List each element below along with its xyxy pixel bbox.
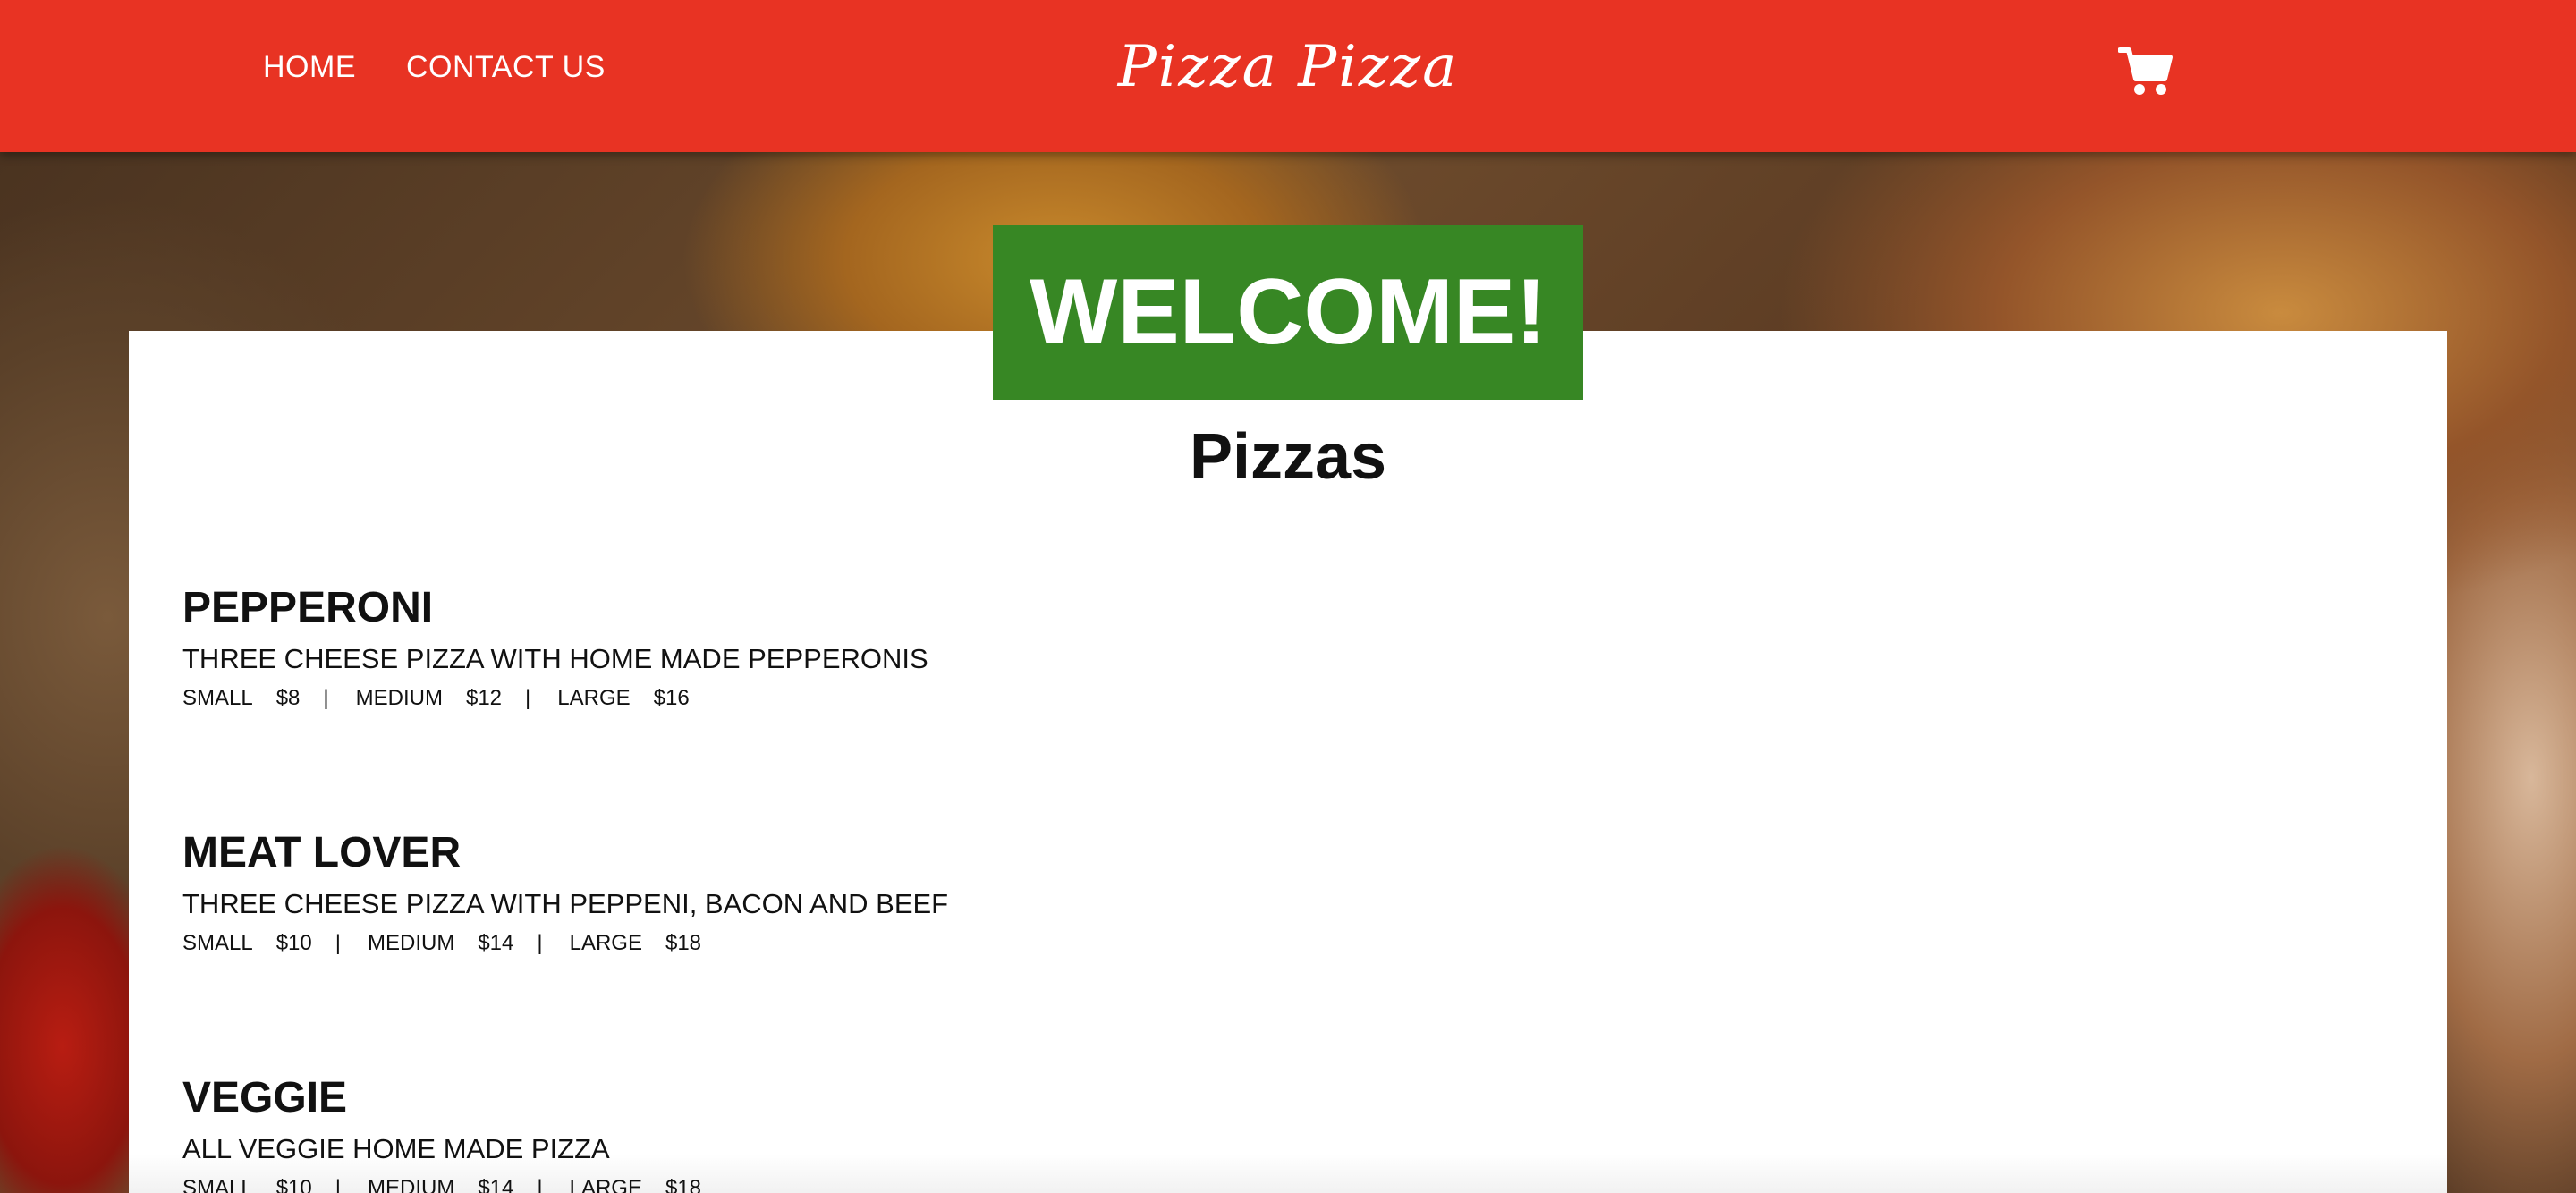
page: HOME CONTACT US Pizza Pizza WELCOME! Piz… <box>0 0 2576 1193</box>
nav-contact-us-link[interactable]: CONTACT US <box>406 50 606 85</box>
nav-home-link[interactable]: HOME <box>263 50 356 85</box>
price-separator: | <box>323 686 329 710</box>
size-label: MEDIUM <box>367 1176 455 1193</box>
site-header: HOME CONTACT US Pizza Pizza <box>0 0 2576 152</box>
menu-item-prices: SMALL $10 | MEDIUM $14 | LARGE $18 <box>182 930 948 957</box>
size-price: $14 <box>478 931 514 955</box>
pizzas-heading: Pizzas <box>1189 421 1387 493</box>
menu-item-name: MEAT LOVER <box>182 829 462 876</box>
price-separator: | <box>537 1176 543 1193</box>
menu-item: VEGGIE ALL VEGGIE HOME MADE PIZZA SMALL $… <box>182 1073 724 1193</box>
shopping-cart-icon[interactable] <box>2117 45 2174 97</box>
size-price: $10 <box>275 931 312 955</box>
menu-item-prices: SMALL $10 | MEDIUM $14 | LARGE $18 <box>182 1175 724 1193</box>
size-label: LARGE <box>569 931 642 955</box>
menu-item-prices: SMALL $8 | MEDIUM $12 | LARGE $16 <box>182 685 928 712</box>
menu-item-description: THREE CHEESE PIZZA WITH HOME MADE PEPPER… <box>182 643 928 674</box>
menu-item-description: ALL VEGGIE HOME MADE PIZZA <box>182 1133 610 1164</box>
size-price: $18 <box>665 931 702 955</box>
size-label: LARGE <box>557 686 631 710</box>
size-label: MEDIUM <box>355 686 443 710</box>
main-nav: HOME CONTACT US <box>263 50 606 85</box>
size-label: SMALL <box>182 686 253 710</box>
size-label: LARGE <box>569 1176 642 1193</box>
menu-item-name: PEPPERONI <box>182 584 434 631</box>
size-label: SMALL <box>182 1176 253 1193</box>
size-price: $14 <box>478 1176 514 1193</box>
size-price: $16 <box>653 686 690 710</box>
price-separator: | <box>335 931 341 955</box>
price-separator: | <box>525 686 531 710</box>
size-label: SMALL <box>182 931 253 955</box>
welcome-banner: WELCOME! <box>993 225 1583 400</box>
menu-item: PEPPERONI THREE CHEESE PIZZA WITH HOME M… <box>182 583 928 712</box>
size-price: $10 <box>275 1176 312 1193</box>
menu-item-description: THREE CHEESE PIZZA WITH PEPPENI, BACON A… <box>182 888 949 919</box>
price-separator: | <box>537 931 543 955</box>
size-price: $8 <box>275 686 301 710</box>
menu-item-name: VEGGIE <box>182 1074 348 1121</box>
size-label: MEDIUM <box>367 931 455 955</box>
size-price: $18 <box>665 1176 702 1193</box>
menu-item: MEAT LOVER THREE CHEESE PIZZA WITH PEPPE… <box>182 828 948 957</box>
size-price: $12 <box>465 686 503 710</box>
price-separator: | <box>335 1176 341 1193</box>
